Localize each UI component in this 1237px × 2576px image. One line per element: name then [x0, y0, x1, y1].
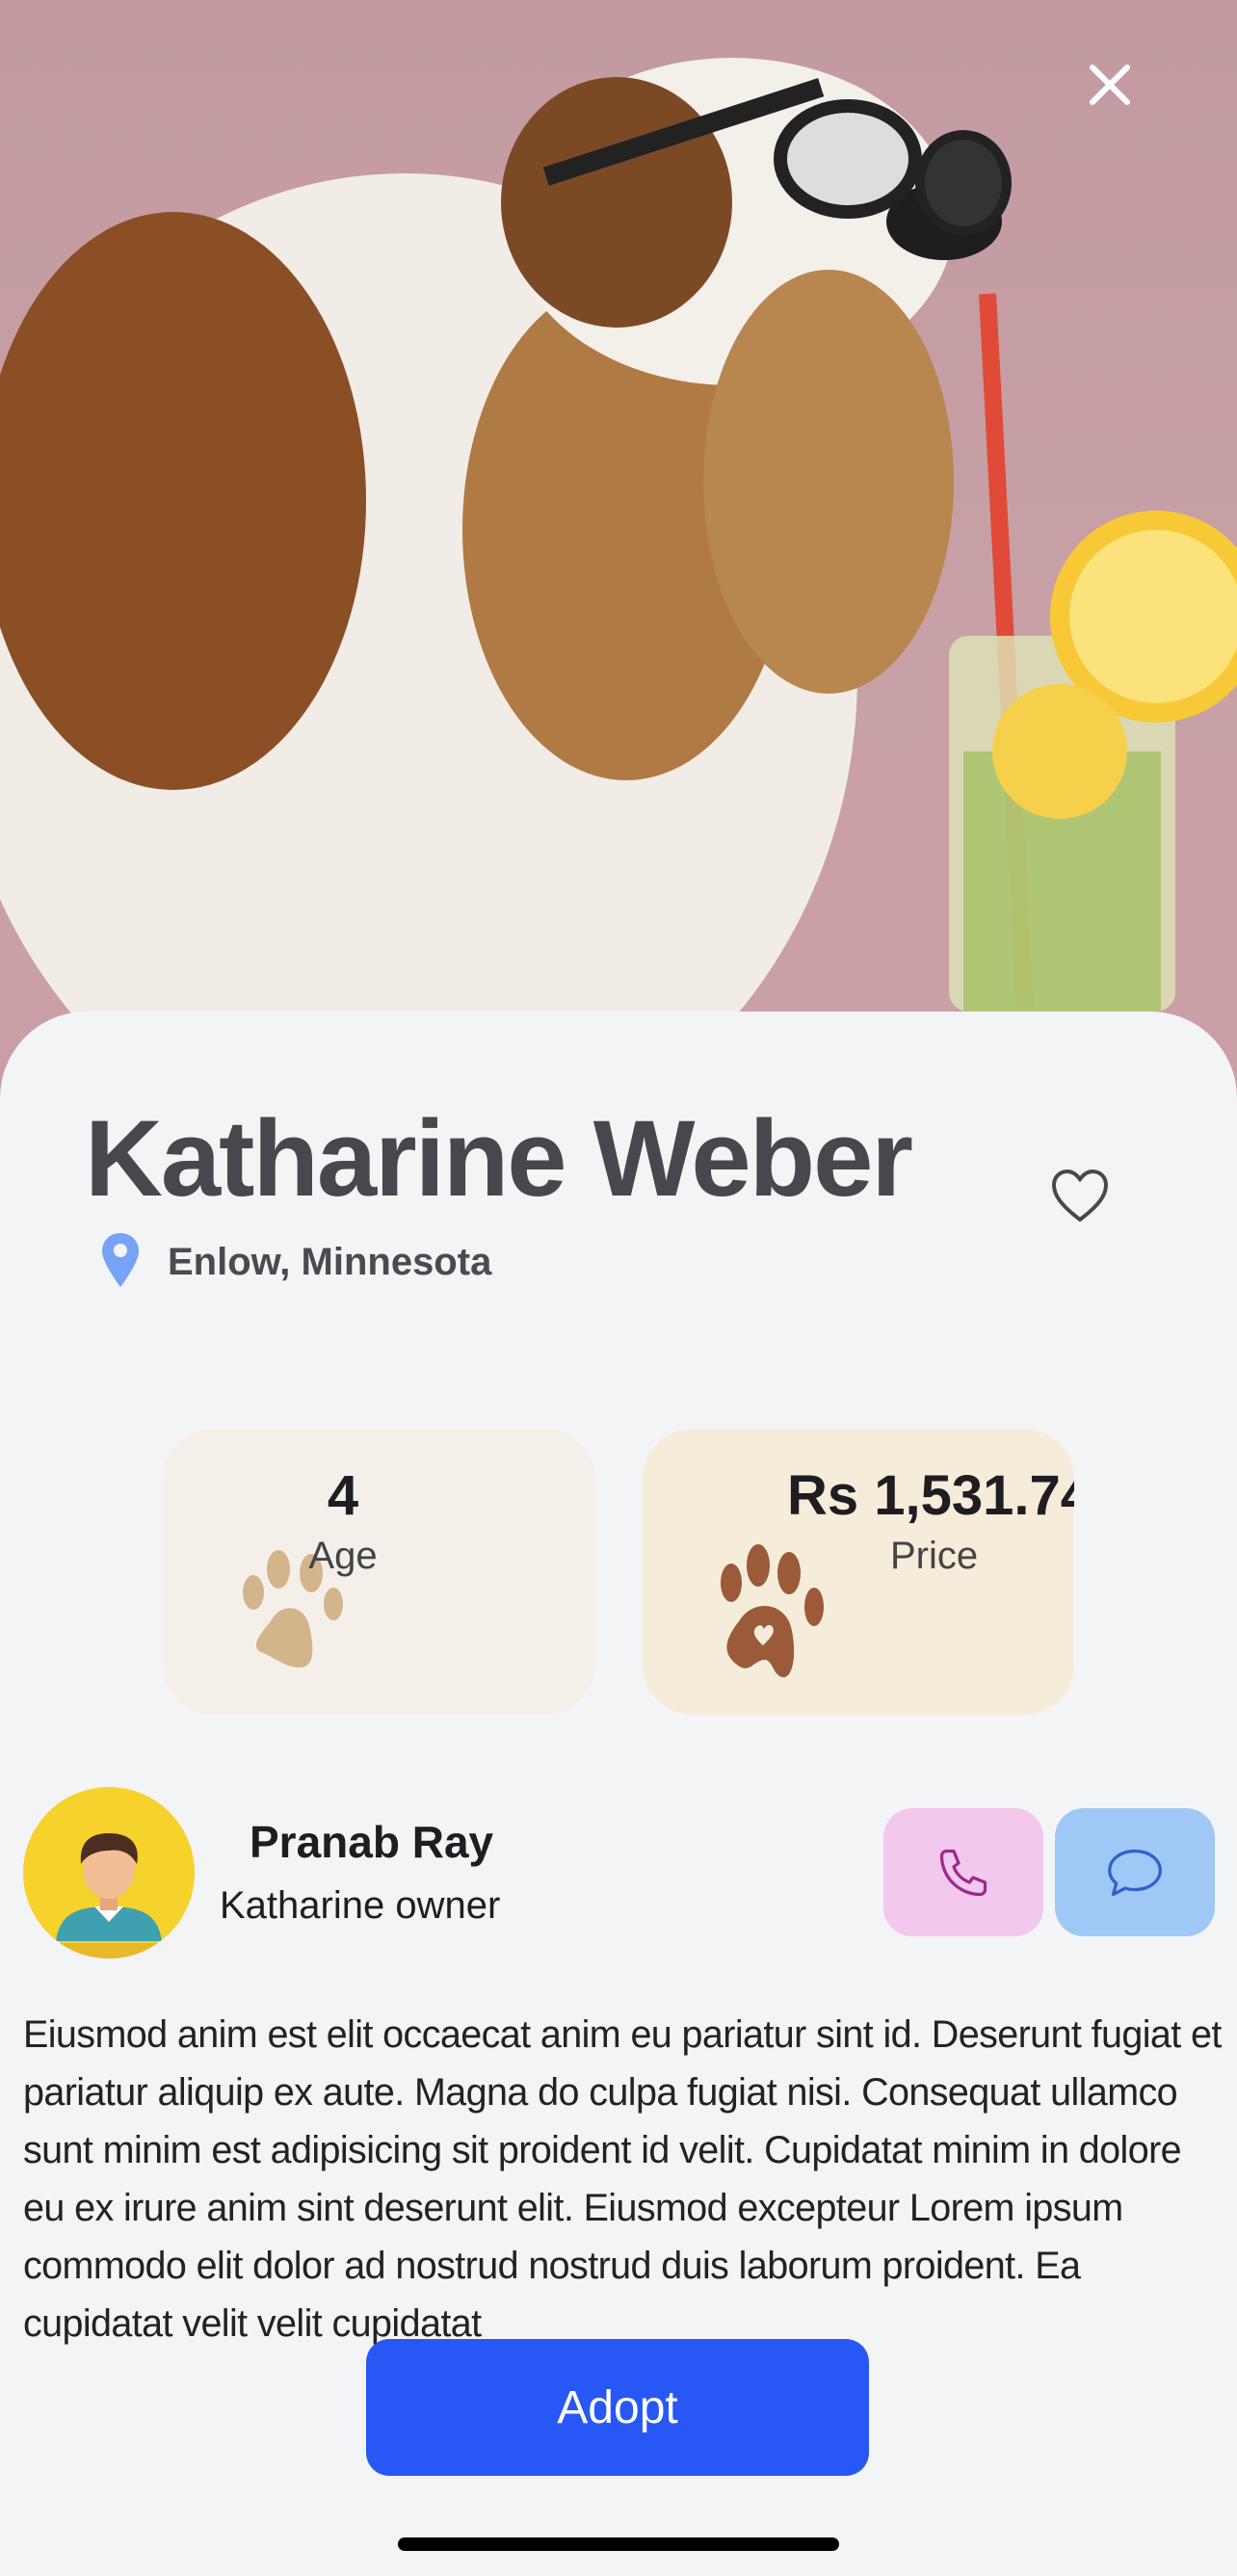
pet-location: Enlow, Minnesota [168, 1241, 492, 1283]
owner-name: Pranab Ray [250, 1817, 494, 1867]
phone-icon [939, 1849, 987, 1896]
dog-illustration [0, 58, 1237, 1098]
call-button[interactable] [883, 1808, 1043, 1936]
age-label: Age [308, 1535, 378, 1577]
owner-avatar [23, 1787, 195, 1958]
price-label: Price [890, 1535, 979, 1577]
age-card: 4 Age [163, 1429, 594, 1715]
favorite-heart-icon[interactable] [1050, 1168, 1110, 1223]
chat-bubble-icon [1108, 1849, 1162, 1896]
location-pin-icon [102, 1233, 139, 1287]
price-card: Rs 1,531.74 Price [643, 1429, 1074, 1715]
price-value: Rs 1,531.74 [787, 1464, 1074, 1527]
message-button[interactable] [1055, 1808, 1215, 1936]
close-icon[interactable] [1083, 58, 1137, 112]
pet-name: Katharine Weber [85, 1098, 913, 1219]
paw-heart-icon [721, 1544, 824, 1678]
pet-photo [0, 0, 1237, 1098]
adopt-button[interactable]: Adopt [366, 2339, 869, 2476]
age-value: 4 [327, 1464, 359, 1527]
owner-role: Katharine owner [220, 1884, 501, 1927]
person-icon [23, 1833, 195, 1958]
home-indicator [398, 2537, 839, 2551]
pet-description: Eiusmod anim est elit occaecat anim eu p… [23, 2013, 1222, 2345]
